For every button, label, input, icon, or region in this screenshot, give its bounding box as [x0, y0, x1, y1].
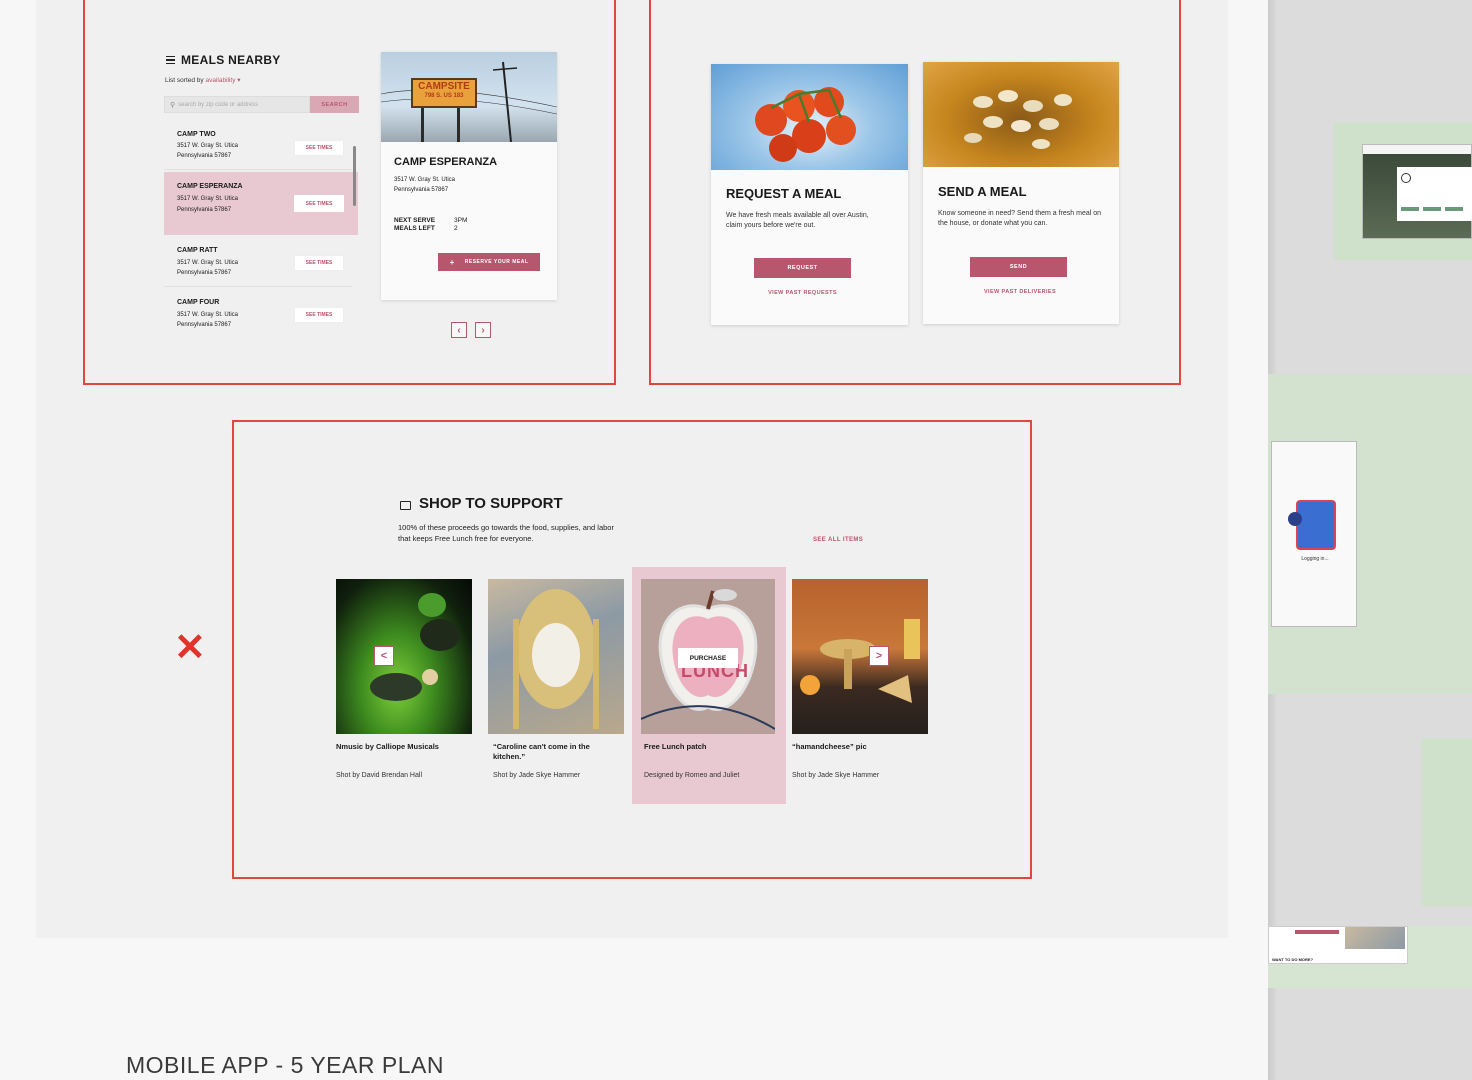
thumbnail-bottom[interactable]: WANT TO DO MORE?: [1268, 926, 1408, 964]
send-button[interactable]: SEND: [970, 257, 1067, 277]
next-arrow-button[interactable]: ›: [475, 322, 491, 338]
product-card[interactable]: “Caroline can't come in the kitchen.” Sh…: [488, 579, 624, 799]
plus-icon: +: [449, 257, 455, 267]
kitchen-illustration: [513, 589, 599, 729]
next-serve-row: NEXT SERVE 3PM: [394, 217, 468, 224]
shop-title: SHOP TO SUPPORT: [419, 495, 563, 512]
list-icon: [166, 56, 175, 64]
frame-meals-nearby: MEALS NEARBY List sorted by availability…: [83, 0, 616, 385]
reserve-meal-button[interactable]: + RESERVE YOUR MEAL: [438, 253, 540, 271]
request-button[interactable]: REQUEST: [754, 258, 851, 278]
thumbnail-logging-in[interactable]: Logging in...: [1271, 441, 1357, 627]
canvas-tile: [1422, 738, 1472, 906]
purchase-button[interactable]: PURCHASE: [678, 648, 738, 668]
view-past-requests-link[interactable]: VIEW PAST REQUESTS: [711, 290, 894, 296]
see-times-button[interactable]: SEE TIMES: [294, 307, 344, 323]
product-card[interactable]: < Nmusic by Calliope Musicals Shot by Da…: [336, 579, 472, 799]
search-input[interactable]: ⚲ search by zip code or address: [164, 96, 310, 113]
meals-title: MEALS NEARBY: [181, 53, 281, 67]
product-photo-kitchen: [488, 579, 624, 734]
camp-list[interactable]: CAMP TWO 3517 W. Gray St. Utica Pennsylv…: [164, 120, 358, 336]
list-item[interactable]: CAMP RATT 3517 W. Gray St. Utica Pennsyl…: [164, 237, 352, 287]
search-icon: ⚲: [170, 101, 176, 109]
request-title: REQUEST A MEAL: [726, 186, 842, 201]
camp-detail-card: CAMPSITE 798 S. US 183 CAMP ESPERANZA 35…: [381, 52, 557, 300]
beans-photo: [923, 62, 1119, 167]
send-title: SEND A MEAL: [938, 184, 1027, 199]
see-times-button[interactable]: SEE TIMES: [294, 195, 344, 212]
list-item[interactable]: CAMP FOUR 3517 W. Gray St. Utica Pennsyl…: [164, 289, 352, 336]
list-scrollbar[interactable]: [353, 146, 356, 206]
section-title: MOBILE APP - 5 YEAR PLAN: [126, 1052, 444, 1078]
sort-label: List sorted by availability ▾: [165, 77, 241, 84]
carousel-prev-button[interactable]: <: [374, 646, 394, 666]
meals-left-row: MEALS LEFT 2: [394, 225, 458, 232]
concert-illustration: [370, 593, 460, 701]
request-card: REQUEST A MEAL We have fresh meals avail…: [711, 64, 908, 325]
tomatoes-photo: [711, 64, 908, 170]
campsite-photo: CAMPSITE 798 S. US 183: [381, 52, 557, 142]
tomatoes-illustration: [755, 87, 856, 162]
table-illustration: [800, 619, 920, 703]
product-card-selected[interactable]: LUNCH PURCHASE Free Lunch patch Designed…: [632, 567, 786, 804]
campsite-sign: CAMPSITE 798 S. US 183: [411, 78, 477, 108]
product-photo-hamandcheese: [792, 579, 928, 734]
search-button[interactable]: SEARCH: [310, 96, 359, 113]
product-photo-concert: [336, 579, 472, 734]
beans-illustration: [964, 90, 1072, 149]
see-all-items-link[interactable]: SEE ALL ITEMS: [813, 537, 863, 543]
carousel-next-button[interactable]: >: [869, 646, 889, 666]
thumbnail-website[interactable]: [1362, 144, 1472, 239]
canvas-overview-panel: Logging in... WANT TO DO MORE?: [1268, 0, 1472, 1080]
camp-title: CAMP ESPERANZA: [394, 156, 498, 168]
send-card: SEND A MEAL Know someone in need? Send t…: [923, 62, 1119, 324]
view-past-deliveries-link[interactable]: VIEW PAST DELIVERIES: [923, 289, 1117, 295]
frame-request-send: REQUEST A MEAL We have fresh meals avail…: [649, 0, 1181, 385]
prev-arrow-button[interactable]: ‹: [451, 322, 467, 338]
shopping-bag-icon: [400, 501, 411, 510]
see-times-button[interactable]: SEE TIMES: [294, 140, 344, 156]
frame-shop-support: SHOP TO SUPPORT 100% of these proceeds g…: [232, 420, 1032, 879]
see-times-button[interactable]: SEE TIMES: [294, 255, 344, 271]
phone-illustration-icon: [1296, 500, 1336, 550]
sort-dropdown[interactable]: availability: [205, 77, 235, 84]
product-card[interactable]: > “hamandcheese” pic Shot by Jade Skye H…: [792, 579, 928, 799]
list-item-selected[interactable]: CAMP ESPERANZA 3517 W. Gray St. Utica Pe…: [164, 172, 358, 235]
list-item[interactable]: CAMP TWO 3517 W. Gray St. Utica Pennsylv…: [164, 120, 352, 170]
reject-x-icon: ✕: [174, 627, 206, 669]
chevron-down-icon[interactable]: ▾: [237, 77, 240, 84]
